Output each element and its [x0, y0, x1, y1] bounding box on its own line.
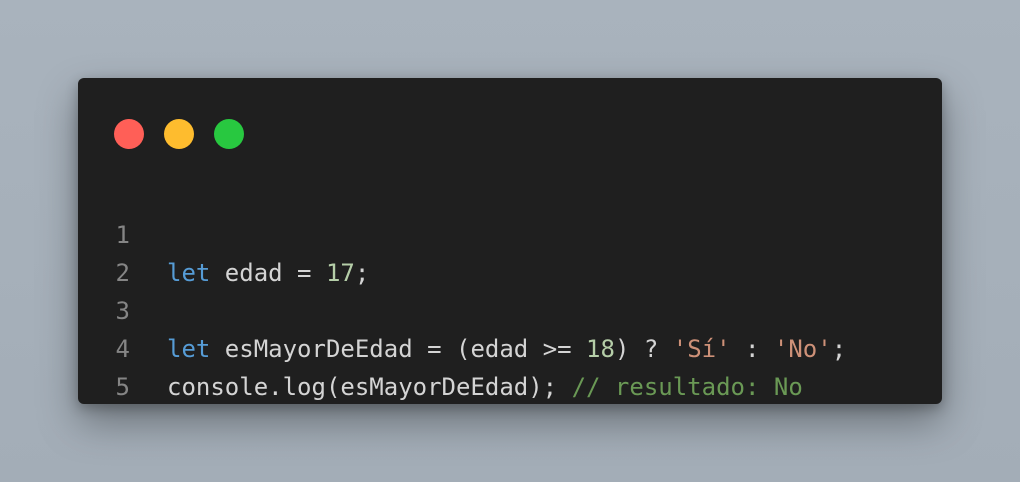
maximize-window-button[interactable]: [214, 119, 244, 149]
comment-token: // resultado: No: [571, 373, 803, 401]
code-line: 4 console.log(esMayorDeEdad); // resulta…: [78, 292, 942, 401]
code-line: 1 let edad = 17;: [78, 178, 942, 287]
code-line: 3 let esMayorDeEdad = (edad >= 18) ? 'Sí…: [78, 254, 942, 363]
plain-token: console.log(esMayorDeEdad);: [167, 373, 572, 401]
code-line: 5: [78, 330, 942, 401]
window-controls: [114, 119, 244, 149]
line-number: 5: [115, 373, 130, 401]
close-window-button[interactable]: [114, 119, 144, 149]
code-line: 2: [78, 216, 942, 287]
code-area[interactable]: 1 let edad = 17; 2 3 let esMayorDeEdad =…: [78, 178, 942, 401]
code-editor-window: 1 let edad = 17; 2 3 let esMayorDeEdad =…: [78, 78, 942, 404]
line-content: console.log(esMayorDeEdad); // resultado…: [167, 368, 803, 406]
minimize-window-button[interactable]: [164, 119, 194, 149]
